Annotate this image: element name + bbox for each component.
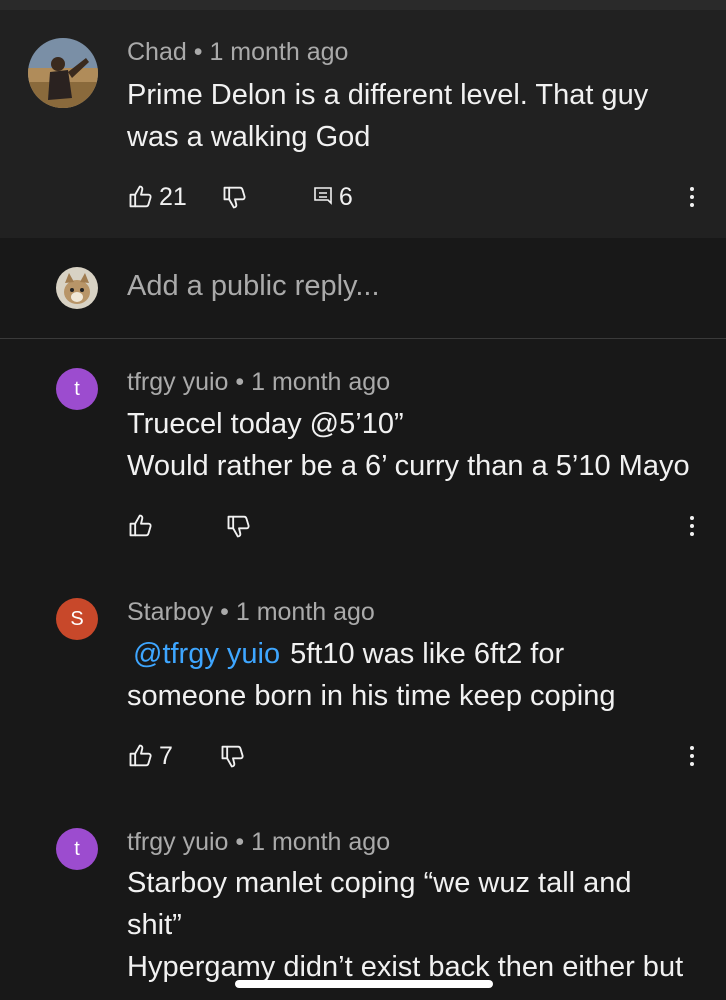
avatar[interactable]: [28, 38, 98, 108]
more-vertical-icon[interactable]: [682, 509, 702, 543]
timestamp: 1 month ago: [251, 828, 391, 856]
reply-input-row: Add a public reply...: [0, 238, 726, 339]
thumbs-down-icon: [227, 515, 250, 538]
dislike-button[interactable]: [219, 742, 247, 770]
comment-actions: [127, 509, 253, 543]
author-name[interactable]: Starboy: [127, 598, 213, 626]
author-name[interactable]: Chad: [127, 38, 187, 66]
separator: •: [235, 368, 245, 396]
timestamp: 1 month ago: [209, 38, 349, 66]
comment-actions: 21 6: [127, 180, 353, 214]
separator: •: [220, 598, 229, 626]
top-bar: [0, 0, 726, 10]
home-indicator[interactable]: [235, 980, 493, 988]
comment-meta: tfrgy yuio • 1 month ago: [127, 368, 390, 397]
comment-line: Truecel today @5’10”: [127, 408, 404, 440]
comment-line: 5ft10 was like 6ft2 for: [290, 638, 565, 670]
thumbs-up-icon: [129, 744, 152, 767]
comment-line: Starboy manlet coping “we wuz tall and: [127, 867, 632, 899]
comment-text: @tfrgy yuio 5ft10 was like 6ft2 for someo…: [127, 633, 615, 717]
comment-text: Truecel today @5’10” Would rather be a 6…: [127, 403, 690, 487]
reply-comment: S Starboy • 1 month ago @tfrgy yuio 5ft10…: [0, 568, 726, 798]
thumbs-up-icon: [129, 185, 152, 208]
like-count: 7: [159, 741, 173, 770]
avatar[interactable]: t: [56, 368, 98, 410]
comment-meta: tfrgy yuio • 1 month ago: [127, 828, 390, 857]
more-vertical-icon[interactable]: [682, 180, 702, 214]
comment-text: Prime Delon is a different level. That g…: [127, 74, 648, 158]
timestamp: 1 month ago: [235, 598, 375, 626]
reply-count: 6: [338, 182, 353, 211]
like-button[interactable]: [127, 512, 155, 540]
author-name[interactable]: tfrgy yuio: [127, 828, 228, 856]
avatar[interactable]: S: [56, 598, 98, 640]
comment-line: shit”: [127, 909, 182, 941]
user-avatar: [56, 267, 98, 309]
thumbs-down-icon: [223, 186, 246, 209]
thumbs-up-icon: [129, 514, 152, 537]
author-name[interactable]: tfrgy yuio: [127, 368, 228, 396]
like-count: 21: [159, 182, 187, 211]
comment-line: was a walking God: [127, 121, 371, 153]
comment-line: Prime Delon is a different level. That g…: [127, 79, 649, 111]
comment-meta: Starboy • 1 month ago: [127, 598, 375, 627]
main-comment: Chad • 1 month ago Prime Delon is a diff…: [0, 10, 726, 238]
thumbs-down-icon: [221, 745, 244, 768]
reply-button[interactable]: 6: [311, 183, 353, 212]
comment-icon: [314, 187, 332, 205]
comment-meta: Chad • 1 month ago: [127, 38, 348, 67]
mention-link[interactable]: @tfrgy yuio: [133, 638, 280, 670]
comment-line: Would rather be a 6’ curry than a 5’10 M…: [127, 450, 690, 482]
more-vertical-icon[interactable]: [682, 739, 702, 773]
comment-text: Starboy manlet coping “we wuz tall and s…: [127, 862, 683, 988]
reply-comment: t tfrgy yuio • 1 month ago Truecel today…: [0, 338, 726, 568]
separator: •: [235, 828, 245, 856]
reply-input[interactable]: Add a public reply...: [127, 270, 380, 303]
comment-actions: 7: [127, 739, 247, 773]
like-button[interactable]: 21: [127, 183, 187, 212]
timestamp: 1 month ago: [251, 368, 391, 396]
dislike-button[interactable]: [225, 512, 253, 540]
like-button[interactable]: 7: [127, 742, 173, 771]
separator: •: [193, 38, 203, 66]
comment-line: someone born in his time keep coping: [127, 680, 616, 712]
dislike-button[interactable]: [221, 183, 249, 211]
reply-comment: t tfrgy yuio • 1 month ago Starboy manle…: [0, 798, 726, 1000]
avatar[interactable]: t: [56, 828, 98, 870]
